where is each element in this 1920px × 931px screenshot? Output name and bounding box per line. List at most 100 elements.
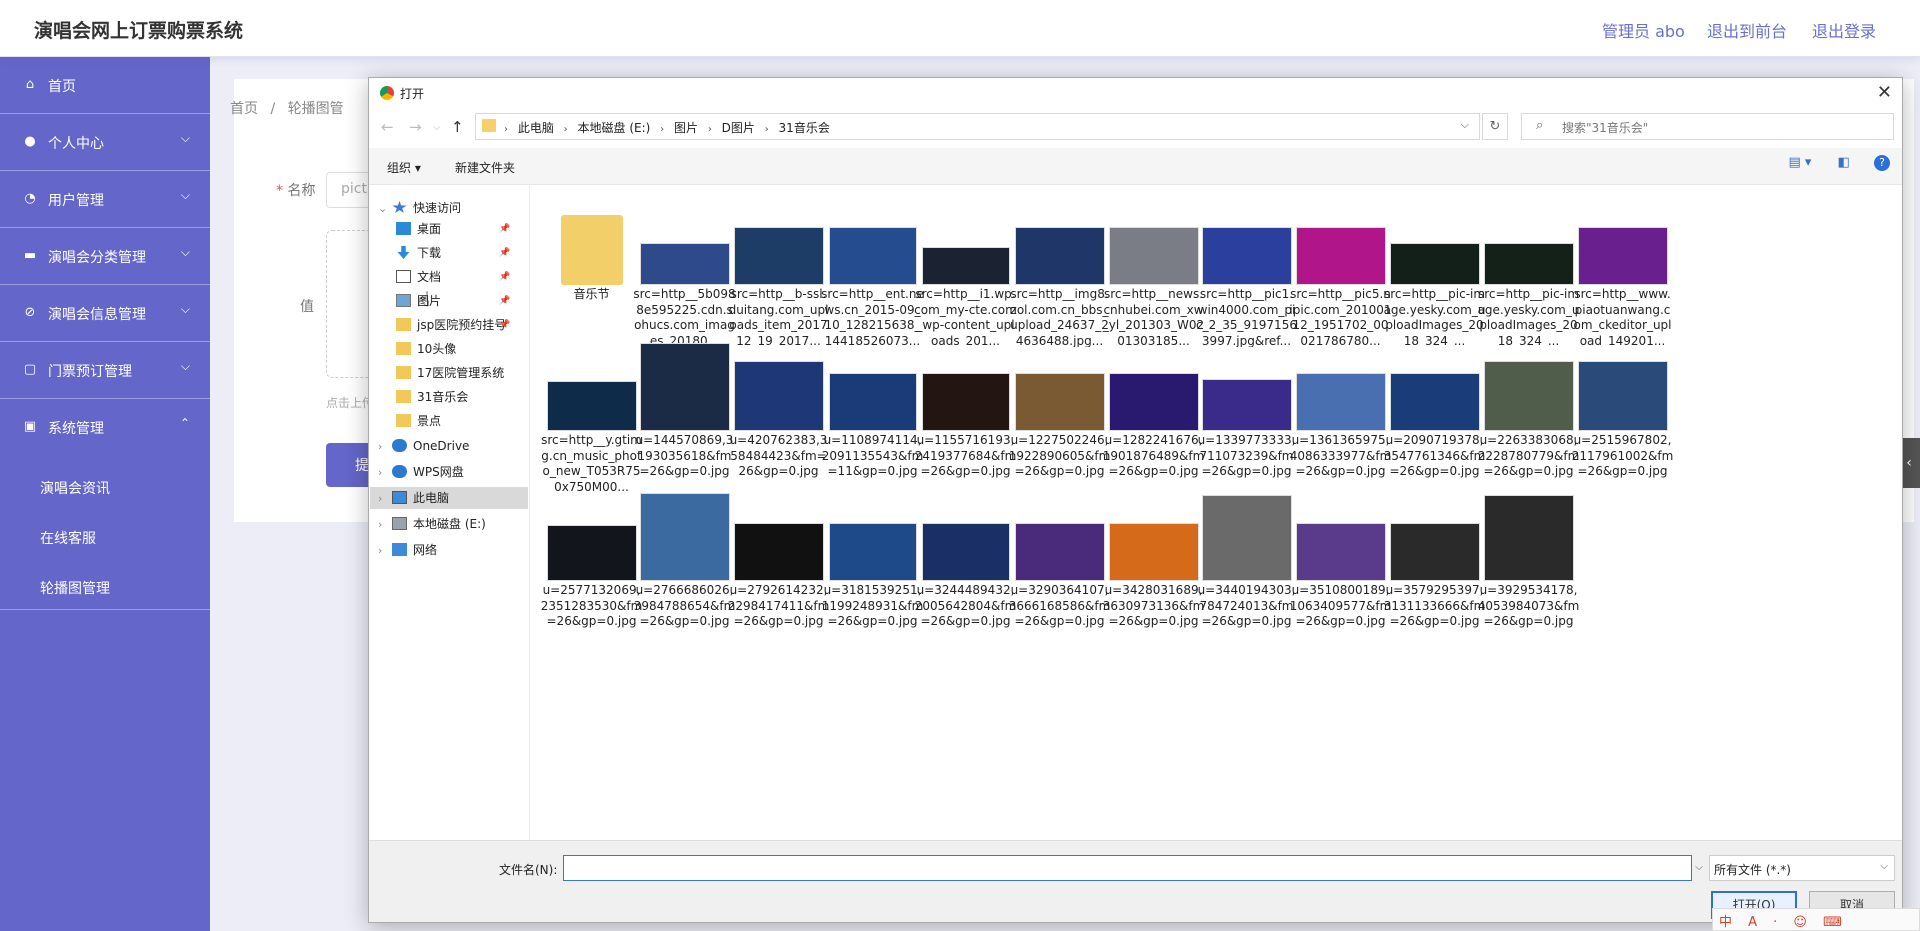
view-mode-icon[interactable]: ▤ ▾: [1788, 155, 1811, 170]
chevron-icon[interactable]: ›: [378, 462, 392, 484]
sidebar-sub-carousel[interactable]: 轮播图管理: [0, 556, 210, 610]
nav-item[interactable]: 10头像: [369, 338, 456, 360]
path-segment[interactable]: 31音乐会: [779, 121, 830, 135]
logout-link[interactable]: 退出登录: [1812, 18, 1876, 42]
nav-item[interactable]: 17医院管理系统: [369, 362, 504, 384]
file-thumbnail[interactable]: u=2792614232,2298417411&fm=26&gp=0.jpg: [727, 489, 830, 639]
breadcrumb-home[interactable]: 首页: [230, 101, 258, 117]
file-thumbnail[interactable]: src=http__5b0988e595225.cdn.sohucs.com_i…: [633, 195, 736, 347]
sidebar-item-users[interactable]: ◔ 用户管理 ⌵: [0, 171, 210, 228]
chevron-icon[interactable]: ›: [378, 514, 392, 536]
file-thumbnail[interactable]: u=3929534178,4053984073&fm=26&gp=0.jpg: [1477, 489, 1580, 639]
chevron-icon[interactable]: ⌄: [378, 198, 392, 220]
up-arrow-icon[interactable]: ↑: [451, 118, 464, 136]
file-thumbnail[interactable]: u=3440194303,784724013&fm=26&gp=0.jpg: [1195, 489, 1298, 639]
forward-arrow-icon[interactable]: →: [409, 118, 422, 136]
file-thumbnail[interactable]: src=http__news.cnhubei.com_xw_yl_201303_…: [1102, 195, 1205, 347]
file-thumbnail[interactable]: u=2090719378,3547761346&fm=26&gp=0.jpg: [1383, 343, 1486, 489]
exit-to-front-link[interactable]: 退出到前台: [1707, 18, 1787, 42]
sidebar-item-personal[interactable]: ● 个人中心 ⌵: [0, 114, 210, 171]
file-thumbnail[interactable]: src=http__i1.wp.com_my-cte.com_wp-conten…: [914, 195, 1017, 347]
file-thumbnail[interactable]: u=3428031689,3630973136&fm=26&gp=0.jpg: [1102, 489, 1205, 639]
file-thumbnail[interactable]: u=144570869,3193035618&fm=26&gp=0.jpg: [633, 343, 736, 489]
nav-item[interactable]: 31音乐会: [369, 386, 468, 408]
close-icon[interactable]: ✕: [1877, 82, 1892, 103]
file-thumbnail[interactable]: u=1227502246,1922890605&fm=26&gp=0.jpg: [1008, 343, 1111, 489]
organize-button[interactable]: 组织 ▾: [387, 159, 421, 176]
help-icon[interactable]: ?: [1874, 155, 1890, 171]
search-input[interactable]: ⌕ 搜索"31音乐会": [1521, 113, 1894, 140]
image-thumbnail: [1014, 523, 1105, 581]
sidebar-item-ticket-booking[interactable]: ▢ 门票预订管理 ⌵: [0, 342, 210, 399]
file-thumbnail[interactable]: u=1108974114,2091135543&fm=11&gp=0.jpg: [821, 343, 924, 489]
file-thumbnail[interactable]: src=http__pic-image.yesky.com_uploadImag…: [1383, 195, 1486, 347]
file-thumbnail[interactable]: u=3579295397,3131133666&fm=26&gp=0.jpg: [1383, 489, 1486, 639]
sidebar-item-home[interactable]: ⌂ 首页: [0, 57, 210, 114]
path-segment[interactable]: 本地磁盘 (E:): [578, 121, 651, 135]
file-thumbnail[interactable]: src=http__y.gtimg.cn_music_photo_new_T05…: [540, 343, 643, 493]
preview-pane-icon[interactable]: ◧: [1838, 155, 1850, 170]
nav-item[interactable]: › 此电脑: [370, 487, 528, 509]
file-thumbnail[interactable]: u=2766686026,3984788654&fm=26&gp=0.jpg: [633, 489, 736, 639]
new-folder-button[interactable]: 新建文件夹: [455, 159, 515, 176]
admin-user-label[interactable]: 管理员 abo: [1602, 18, 1685, 42]
nav-item[interactable]: 下载 📌: [369, 242, 510, 264]
back-arrow-icon[interactable]: ←: [381, 118, 394, 136]
file-thumbnail[interactable]: u=2515967802,2117961002&fm=26&gp=0.jpg: [1571, 343, 1674, 489]
file-thumbnail[interactable]: src=http__ent.news.cn_2015-09_10_1282156…: [821, 195, 924, 347]
nav-item[interactable]: 景点: [369, 410, 441, 432]
nav-item[interactable]: 文档 📌: [369, 266, 510, 288]
nav-item[interactable]: 图片 📌: [369, 290, 510, 312]
chevron-down-icon[interactable]: ⌵: [1461, 118, 1469, 132]
file-thumbnail[interactable]: src=http__img8.zol.com.cn_bbs_upload_246…: [1008, 195, 1111, 347]
sidebar-item-system[interactable]: ▣ 系统管理 ⌃: [0, 399, 210, 456]
nav-item-label: 景点: [417, 414, 442, 428]
sidebar-sub-support[interactable]: 在线客服: [0, 506, 210, 556]
address-bar[interactable]: › 此电脑 › 本地磁盘 (E:) › 图片 › D图片 › 31音乐会 ⌵: [475, 113, 1480, 140]
nav-item[interactable]: › 本地磁盘 (E:): [369, 513, 486, 535]
chevron-icon[interactable]: ›: [378, 540, 392, 562]
file-thumbnail[interactable]: u=3181539251,1199248931&fm=26&gp=0.jpg: [821, 489, 924, 639]
file-thumbnail[interactable]: u=3510800189,1063409577&fm=26&gp=0.jpg: [1289, 489, 1392, 639]
file-thumbnail[interactable]: u=3290364107,3666168586&fm=26&gp=0.jpg: [1008, 489, 1111, 639]
file-thumbnail[interactable]: src=http__pic1.win4000.com_pic_2_35_9197…: [1195, 195, 1298, 347]
sidebar-item-category[interactable]: ▬ 演唱会分类管理 ⌵: [0, 228, 210, 285]
nav-item[interactable]: ⌄ 快速访问: [369, 197, 461, 219]
file-thumbnail[interactable]: u=1155716193,2419377684&fm=26&gp=0.jpg: [914, 343, 1017, 489]
file-thumbnail[interactable]: src=http__pic-image.yesky.com_uploadImag…: [1477, 195, 1580, 347]
name-field-label: * 名称: [276, 183, 316, 199]
refresh-icon[interactable]: ↻: [1482, 113, 1508, 140]
path-segment[interactable]: D图片: [722, 121, 755, 135]
chevron-down-icon[interactable]: ⌵: [1691, 855, 1707, 881]
breadcrumb-separator: /: [270, 101, 276, 117]
chevron-icon[interactable]: ›: [378, 488, 392, 510]
file-caption: u=2263383068,2228780779&fm=26&gp=0.jpg: [1477, 433, 1580, 478]
file-thumbnail[interactable]: src=http__b-ssl.duitang.com_uploads_item…: [727, 195, 830, 347]
nav-item[interactable]: › 网络: [369, 539, 437, 561]
sidebar-sub-news[interactable]: 演唱会资讯: [0, 456, 210, 506]
nav-item[interactable]: 桌面 📌: [369, 218, 510, 240]
sidebar-item-concert-info[interactable]: ⊘ 演唱会信息管理 ⌵: [0, 285, 210, 342]
file-thumbnail[interactable]: u=1361365975,4086333977&fm=26&gp=0.jpg: [1289, 343, 1392, 489]
file-thumbnail[interactable]: src=http__www.piaotuanwang.com_ckeditor_…: [1571, 195, 1674, 347]
path-segment[interactable]: 此电脑: [518, 121, 554, 135]
chevron-icon[interactable]: ›: [378, 436, 392, 458]
file-thumbnail[interactable]: u=2577132069,2351283530&fm=26&gp=0.jpg: [540, 489, 643, 639]
filename-input[interactable]: [563, 855, 1692, 881]
file-caption: u=1282241676,1901876489&fm=26&gp=0.jpg: [1102, 433, 1205, 478]
file-thumbnail[interactable]: u=1282241676,1901876489&fm=26&gp=0.jpg: [1102, 343, 1205, 489]
folder-item[interactable]: 音乐节: [540, 195, 643, 343]
filetype-select[interactable]: 所有文件 (*.*) ⌵: [1709, 855, 1895, 881]
path-segment[interactable]: 图片: [674, 121, 698, 135]
nav-item[interactable]: › OneDrive: [369, 435, 469, 457]
recent-chevron-icon[interactable]: ⌵: [433, 122, 441, 133]
file-thumbnail[interactable]: u=420762383,358484423&fm=26&gp=0.jpg: [727, 343, 830, 489]
nav-item[interactable]: jsp医院预约挂号 📌: [369, 314, 510, 336]
file-thumbnail[interactable]: u=2263383068,2228780779&fm=26&gp=0.jpg: [1477, 343, 1580, 489]
ime-toolbar[interactable]: 中 A · ☺ ⌨: [1712, 908, 1920, 931]
file-thumbnail[interactable]: u=3244489432,2005642804&fm=26&gp=0.jpg: [914, 489, 1017, 639]
file-thumbnail[interactable]: u=1339773333,711073239&fm=26&gp=0.jpg: [1195, 343, 1298, 489]
file-thumbnail[interactable]: src=http__pic5.nipic.com_20100112_195170…: [1289, 195, 1392, 347]
image-thumbnail: [1483, 495, 1574, 581]
nav-item[interactable]: › WPS网盘: [369, 461, 464, 483]
